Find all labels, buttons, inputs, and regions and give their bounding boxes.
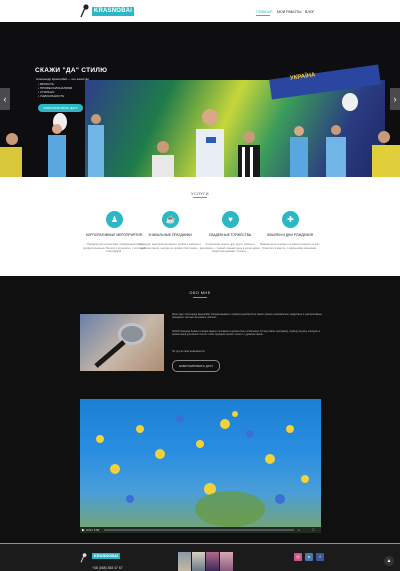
service-title: ЮБИЛЕИ И ДНИ РОЖДЕНИЯ xyxy=(267,233,313,237)
person-icon: ♟ xyxy=(106,211,123,228)
nav-home[interactable]: ГЛАВНАЯ xyxy=(256,10,272,14)
scroll-to-top-icon[interactable]: ▲ xyxy=(384,556,394,566)
microphone-logo-icon[interactable] xyxy=(80,4,89,18)
footer-photo[interactable] xyxy=(206,552,219,571)
microphone-photo xyxy=(80,314,164,371)
video-player[interactable] xyxy=(80,399,321,533)
hero-slider: УКРАЇНА СКАЖИ "ДА" СТИЛЮ Александр Красн… xyxy=(0,22,400,177)
about-title: ОБО МНЕ xyxy=(189,290,211,295)
about-paragraph: Меня зовут Александр Краснобай. Организо… xyxy=(172,313,322,320)
footer-photo[interactable] xyxy=(178,552,191,571)
cup-icon: ☕ xyxy=(162,211,179,228)
services-title: УСЛУГИ xyxy=(191,191,209,196)
about-paragraph: Любой праздник бывает в жизни каждого че… xyxy=(172,330,321,337)
site-header xyxy=(0,0,400,22)
volume-icon[interactable]: ♪ xyxy=(298,528,300,532)
gift-icon: ✚ xyxy=(282,211,299,228)
hero-bullet: • УНИКАЛЬНОСТЬ xyxy=(38,94,65,98)
footer-photo[interactable] xyxy=(220,552,233,571)
section-divider xyxy=(193,197,207,198)
hero-intro: Александр Краснобай — это качество xyxy=(36,77,90,81)
video-progress-bar[interactable] xyxy=(104,529,294,531)
fullscreen-icon[interactable]: ⛶ xyxy=(312,528,314,532)
vk-icon[interactable]: в xyxy=(305,553,313,561)
logo-text[interactable]: KRASNOBAI xyxy=(92,7,134,16)
facebook-icon[interactable]: f xyxy=(316,553,324,561)
heart-icon: ♥ xyxy=(222,211,239,228)
service-text: Праздник, мероприятие вашего уровня с юм… xyxy=(139,243,201,250)
play-icon[interactable]: ▶ xyxy=(82,528,85,532)
about-paragraph: Не упусти свою возможность! xyxy=(172,350,205,353)
section-divider xyxy=(193,297,207,298)
footer-logo-text[interactable]: KRASNOBAI xyxy=(92,553,120,559)
microphone-logo-icon xyxy=(80,553,87,563)
footer-phone[interactable]: +38 (068) 358 47 67 xyxy=(92,566,123,570)
service-text: Стремление понять друг друга, помочь и в… xyxy=(199,243,261,254)
nav-vlog[interactable]: ВЛОГ xyxy=(305,10,314,14)
slider-next-arrow-icon[interactable]: › xyxy=(390,88,400,110)
hero-title: СКАЖИ "ДА" СТИЛЮ xyxy=(35,67,108,74)
crowd-image xyxy=(0,93,400,177)
nav-active-indicator xyxy=(256,15,270,16)
nav-my-works[interactable]: МОИ РАБОТЫ xyxy=(277,10,301,14)
book-date-button[interactable]: ЗАБРОНИРОВАТЬ ДАТУ xyxy=(38,104,83,112)
video-time: 0:00 / 2:59 xyxy=(86,528,100,532)
instagram-icon[interactable]: ◎ xyxy=(294,553,302,561)
balloons-image xyxy=(96,411,309,527)
slider-prev-arrow-icon[interactable]: ‹ xyxy=(0,88,10,110)
book-date-button[interactable]: ЗАБРОНИРОВАТЬ ДАТУ xyxy=(172,360,220,372)
service-text: Важные даты в жизни и в памяти каждого и… xyxy=(260,243,320,250)
footer-photo[interactable] xyxy=(192,552,205,571)
